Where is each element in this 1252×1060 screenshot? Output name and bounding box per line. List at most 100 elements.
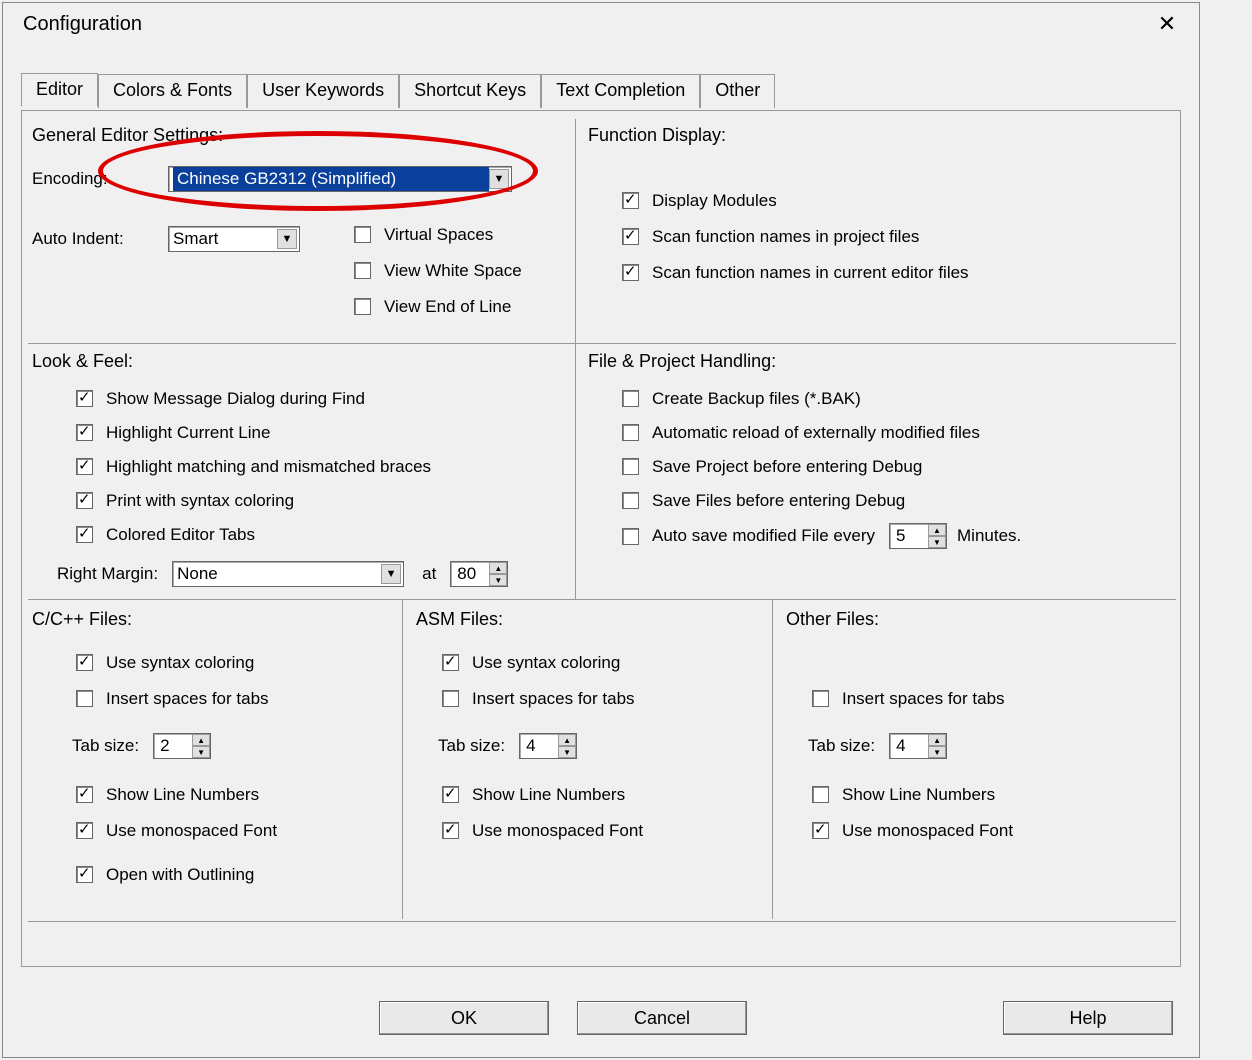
cpp-spaces-check[interactable]	[76, 690, 93, 707]
cpp-syntax-check[interactable]	[76, 654, 93, 671]
other-mono-label: Use monospaced Font	[842, 821, 1013, 841]
encoding-value: Chinese GB2312 (Simplified)	[173, 167, 489, 191]
asm-tab-spin[interactable]: ▲▼	[519, 733, 577, 759]
autosave-check[interactable]	[622, 528, 639, 545]
cpp-tab-input[interactable]	[158, 735, 192, 757]
up-icon[interactable]: ▲	[489, 562, 507, 574]
other-tab-input[interactable]	[894, 735, 928, 757]
hl-braces-check[interactable]	[76, 458, 93, 475]
save-project-check[interactable]	[622, 458, 639, 475]
cpp-lineno-check[interactable]	[76, 786, 93, 803]
save-project-label: Save Project before entering Debug	[652, 457, 922, 477]
colored-tabs-check[interactable]	[76, 526, 93, 543]
backup-check[interactable]	[622, 390, 639, 407]
up-icon[interactable]: ▲	[928, 734, 946, 746]
cpp-mono-check[interactable]	[76, 822, 93, 839]
asm-spaces-check[interactable]	[442, 690, 459, 707]
display-modules-check[interactable]	[622, 192, 639, 209]
asm-tab-input[interactable]	[524, 735, 558, 757]
show-msg-label: Show Message Dialog during Find	[106, 389, 365, 409]
encoding-label: Encoding:	[32, 169, 108, 189]
down-icon[interactable]: ▼	[489, 574, 507, 586]
right-margin-label: Right Margin:	[57, 564, 158, 584]
cpp-lineno-label: Show Line Numbers	[106, 785, 259, 805]
view-eol-label: View End of Line	[384, 297, 511, 317]
cpp-mono-label: Use monospaced Font	[106, 821, 277, 841]
scan-project-check[interactable]	[622, 228, 639, 245]
view-whitespace-check[interactable]	[354, 262, 371, 279]
margin-at-input[interactable]	[455, 563, 489, 585]
save-files-check[interactable]	[622, 492, 639, 509]
print-syntax-check[interactable]	[76, 492, 93, 509]
virtual-spaces-label: Virtual Spaces	[384, 225, 493, 245]
asm-lineno-check[interactable]	[442, 786, 459, 803]
cpp-syntax-label: Use syntax coloring	[106, 653, 254, 673]
display-modules-label: Display Modules	[652, 191, 777, 211]
hl-line-check[interactable]	[76, 424, 93, 441]
cancel-button[interactable]: Cancel	[577, 1001, 747, 1035]
file-handling-heading: File & Project Handling:	[588, 351, 776, 372]
tab-colors-fonts[interactable]: Colors & Fonts	[98, 74, 247, 108]
chevron-down-icon[interactable]: ▼	[381, 564, 401, 584]
hl-line-label: Highlight Current Line	[106, 423, 270, 443]
autosave-spin[interactable]: ▲▼	[889, 523, 947, 549]
view-eol-check[interactable]	[354, 298, 371, 315]
other-lineno-label: Show Line Numbers	[842, 785, 995, 805]
cpp-outline-check[interactable]	[76, 866, 93, 883]
down-icon[interactable]: ▼	[928, 536, 946, 548]
autoindent-value: Smart	[173, 229, 218, 249]
lookfeel-heading: Look & Feel:	[32, 351, 133, 372]
up-icon[interactable]: ▲	[928, 524, 946, 536]
tabstrip: Editor Colors & Fonts User Keywords Shor…	[21, 73, 1199, 107]
cpp-tab-label: Tab size:	[72, 736, 139, 756]
backup-label: Create Backup files (*.BAK)	[652, 389, 861, 409]
other-lineno-check[interactable]	[812, 786, 829, 803]
up-icon[interactable]: ▲	[558, 734, 576, 746]
scan-editor-check[interactable]	[622, 264, 639, 281]
down-icon[interactable]: ▼	[558, 746, 576, 758]
virtual-spaces-check[interactable]	[354, 226, 371, 243]
at-label: at	[422, 564, 436, 584]
tab-user-keywords[interactable]: User Keywords	[247, 74, 399, 108]
tab-shortcut-keys[interactable]: Shortcut Keys	[399, 74, 541, 108]
chevron-down-icon[interactable]: ▼	[277, 229, 297, 249]
chevron-down-icon[interactable]: ▼	[489, 169, 509, 189]
button-bar: OK Cancel Help	[21, 1001, 1181, 1035]
editor-panel: General Editor Settings: Encoding: Chine…	[21, 110, 1181, 967]
scan-project-label: Scan function names in project files	[652, 227, 919, 247]
other-tab-label: Tab size:	[808, 736, 875, 756]
other-spaces-check[interactable]	[812, 690, 829, 707]
close-icon[interactable]: ✕	[1147, 11, 1187, 37]
titlebar: Configuration ✕	[3, 3, 1199, 45]
show-msg-check[interactable]	[76, 390, 93, 407]
other-mono-check[interactable]	[812, 822, 829, 839]
asm-syntax-check[interactable]	[442, 654, 459, 671]
minutes-label: Minutes.	[957, 526, 1021, 546]
ok-button[interactable]: OK	[379, 1001, 549, 1035]
general-heading: General Editor Settings:	[32, 125, 223, 146]
other-tab-spin[interactable]: ▲▼	[889, 733, 947, 759]
autoindent-combo[interactable]: Smart ▼	[168, 226, 300, 252]
tab-editor[interactable]: Editor	[21, 73, 98, 107]
encoding-combo[interactable]: Chinese GB2312 (Simplified) ▼	[168, 166, 512, 192]
right-margin-value: None	[177, 564, 218, 584]
save-files-label: Save Files before entering Debug	[652, 491, 905, 511]
margin-at-spin[interactable]: ▲▼	[450, 561, 508, 587]
right-margin-combo[interactable]: None ▼	[172, 561, 404, 587]
other-heading: Other Files:	[786, 609, 879, 630]
tab-text-completion[interactable]: Text Completion	[541, 74, 700, 108]
autosave-input[interactable]	[894, 525, 928, 547]
help-button[interactable]: Help	[1003, 1001, 1173, 1035]
down-icon[interactable]: ▼	[928, 746, 946, 758]
up-icon[interactable]: ▲	[192, 734, 210, 746]
down-icon[interactable]: ▼	[192, 746, 210, 758]
asm-mono-check[interactable]	[442, 822, 459, 839]
autoreload-check[interactable]	[622, 424, 639, 441]
asm-lineno-label: Show Line Numbers	[472, 785, 625, 805]
asm-syntax-label: Use syntax coloring	[472, 653, 620, 673]
tab-other[interactable]: Other	[700, 74, 775, 108]
asm-heading: ASM Files:	[416, 609, 503, 630]
cpp-tab-spin[interactable]: ▲▼	[153, 733, 211, 759]
asm-tab-label: Tab size:	[438, 736, 505, 756]
autosave-label: Auto save modified File every	[652, 526, 875, 546]
